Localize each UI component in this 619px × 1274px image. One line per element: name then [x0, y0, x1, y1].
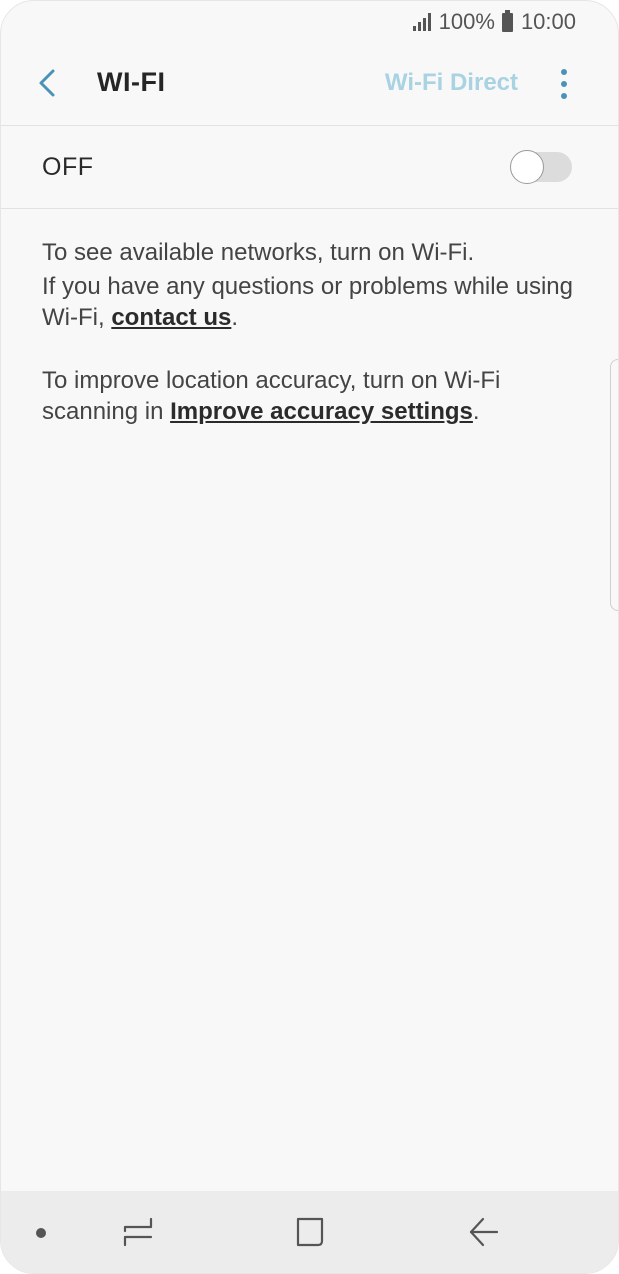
location-text: To improve location accuracy, turn on Wi…	[42, 365, 578, 427]
back-button[interactable]	[29, 63, 69, 103]
dot-icon[interactable]	[36, 1228, 46, 1238]
battery-icon	[501, 9, 513, 32]
home-button[interactable]	[294, 1215, 328, 1249]
wifi-toggle-row[interactable]: OFF	[1, 126, 618, 209]
more-options-button[interactable]	[550, 69, 578, 99]
app-header: WI-FI Wi-Fi Direct	[1, 43, 618, 126]
edge-panel-handle[interactable]	[610, 359, 618, 611]
more-icon-dot	[561, 93, 567, 99]
networks-hint: To see available networks, turn on Wi-Fi…	[42, 239, 475, 266]
battery-percent: 100%	[438, 9, 495, 34]
contact-us-link[interactable]: contact us	[111, 304, 231, 331]
toggle-thumb	[510, 150, 544, 184]
recents-button[interactable]	[121, 1215, 155, 1249]
questions-text-suffix: .	[231, 304, 239, 331]
more-icon-dot	[561, 81, 567, 87]
wifi-direct-button[interactable]: Wi-Fi Direct	[385, 69, 518, 97]
info-text: To see available networks, turn on Wi-Fi…	[42, 237, 578, 427]
status-bar: 100% 10:00	[1, 1, 618, 41]
status-icons: 100% 10:00	[412, 7, 576, 37]
more-icon-dot	[561, 69, 567, 75]
back-icon	[469, 1217, 499, 1247]
page-title: WI-FI	[97, 67, 166, 97]
questions-text: If you have any questions or problems wh…	[42, 271, 578, 333]
wifi-toggle-switch[interactable]	[510, 150, 572, 184]
signal-icon	[412, 13, 433, 31]
clock: 10:00	[520, 9, 576, 34]
wifi-state-label: OFF	[42, 153, 94, 181]
recents-icon	[123, 1217, 153, 1247]
location-text-suffix: .	[472, 398, 480, 425]
nav-back-button[interactable]	[467, 1215, 501, 1249]
navigation-bar	[1, 1191, 618, 1273]
improve-accuracy-link[interactable]: Improve accuracy settings	[170, 398, 473, 425]
home-icon	[296, 1217, 324, 1247]
phone-screen: 100% 10:00 WI-FI Wi-Fi Direct OFF To see…	[0, 0, 619, 1274]
chevron-left-icon	[39, 69, 55, 97]
